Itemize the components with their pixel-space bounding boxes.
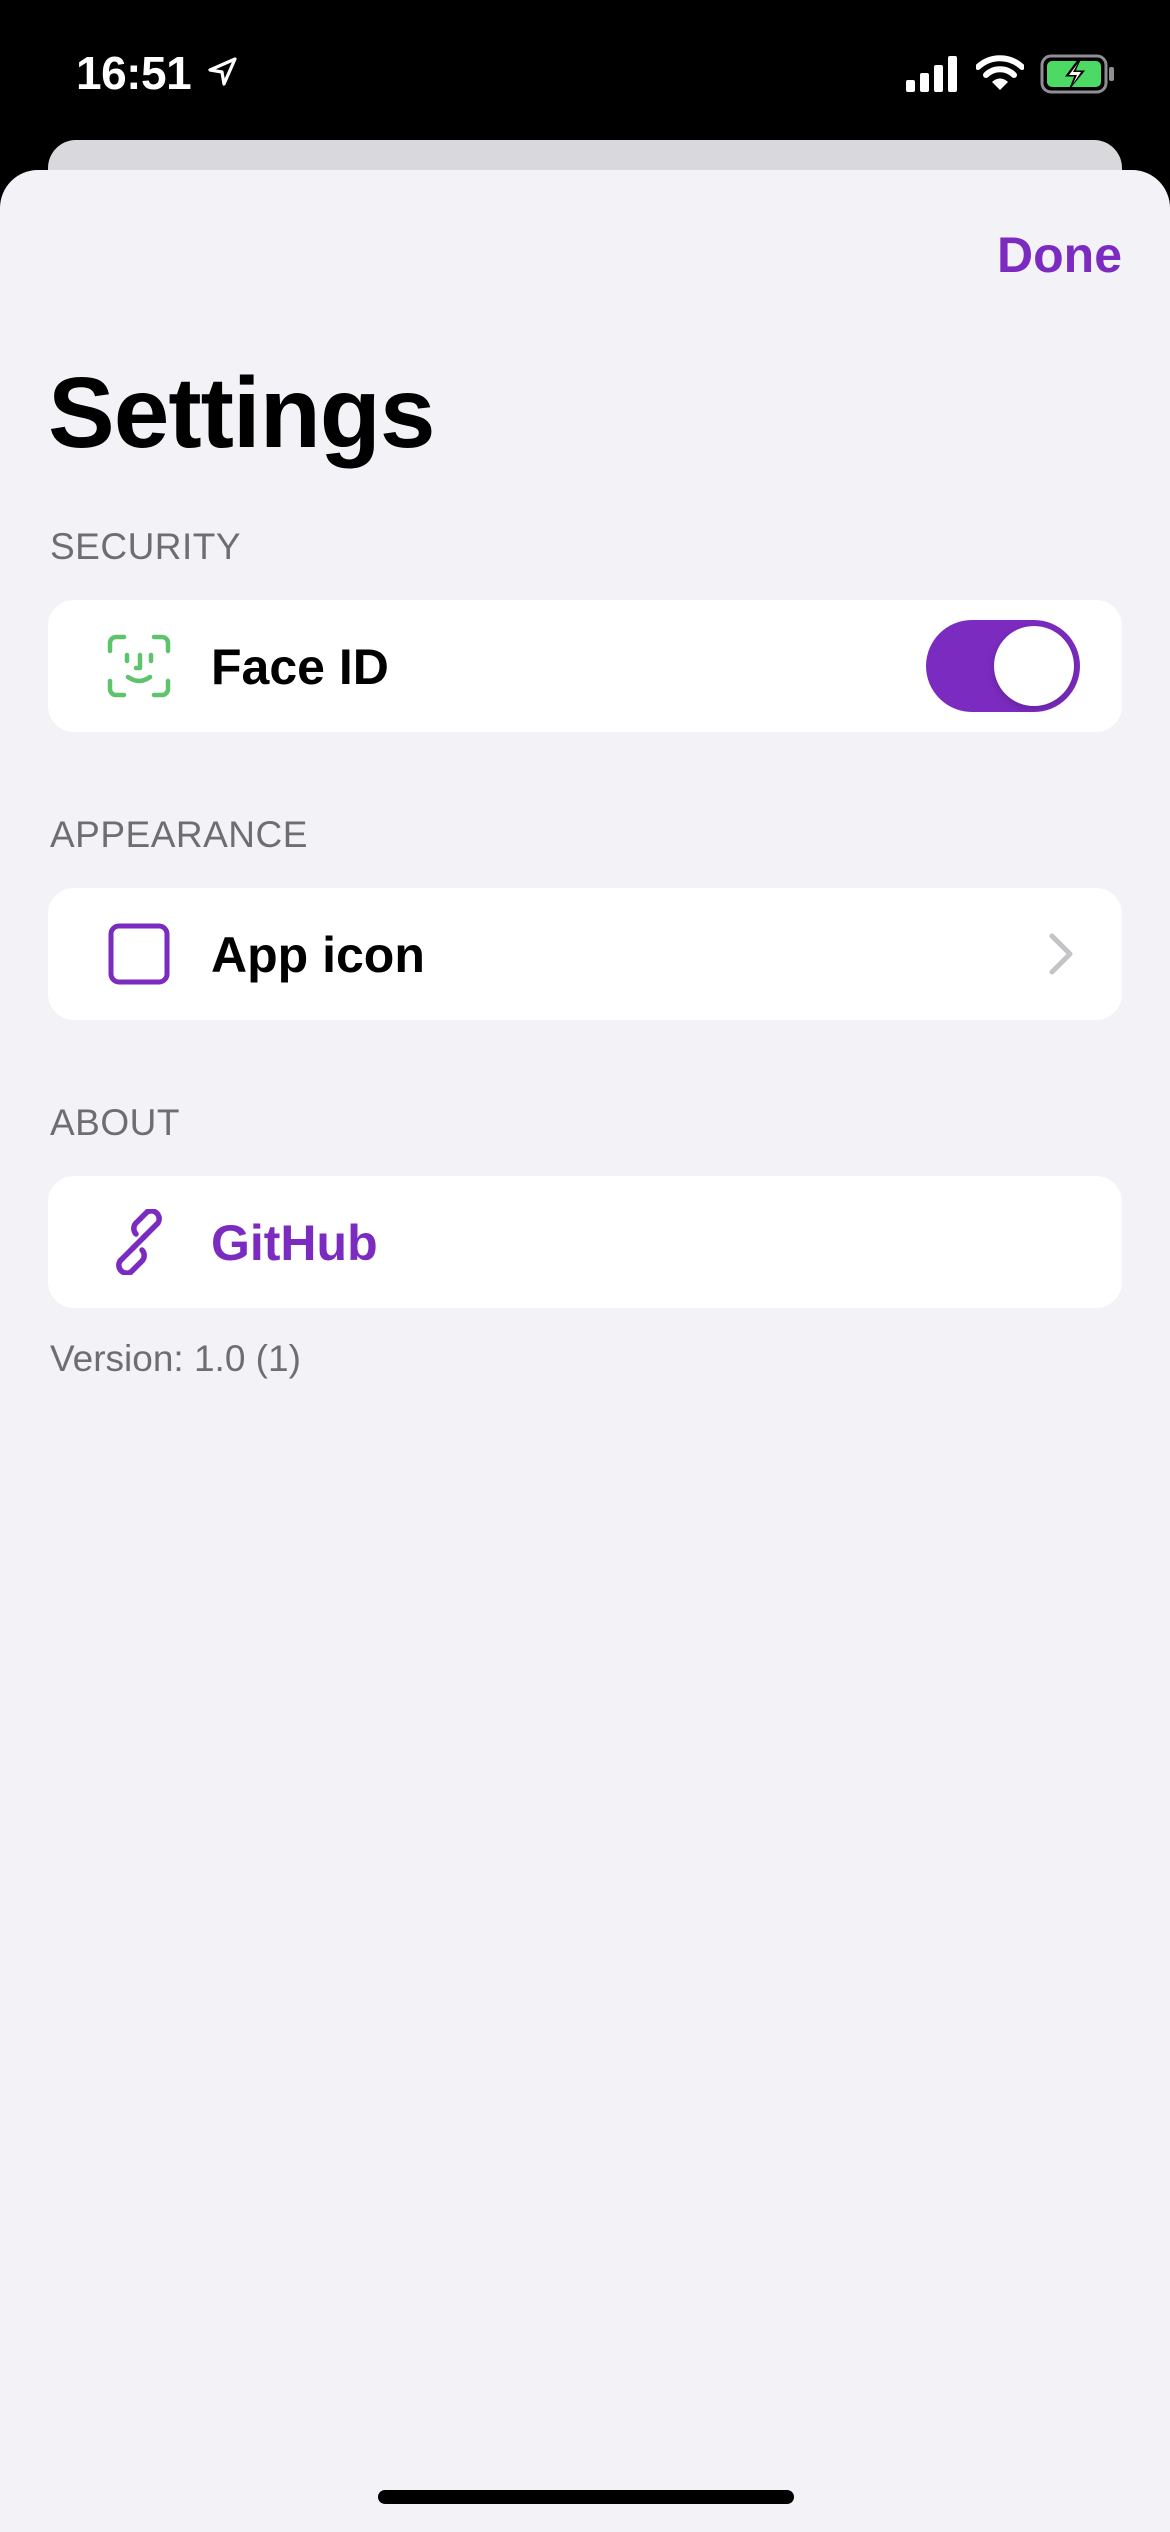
location-arrow-icon <box>208 57 237 86</box>
link-icon <box>116 1209 162 1275</box>
settings-sheet: Done Settings SECURITY Face ID APPEARANC… <box>0 170 1170 2532</box>
chevron-right-icon <box>1049 933 1073 975</box>
face-id-icon <box>107 634 171 698</box>
home-indicator[interactable] <box>378 2490 794 2504</box>
battery-charging-icon <box>1040 54 1114 94</box>
section-header-security: SECURITY <box>50 526 242 567</box>
status-time: 16:51 <box>76 47 192 99</box>
done-button[interactable]: Done <box>997 226 1122 284</box>
screen: 16:51 Done Settings SECURITY Face ID APP… <box>0 0 1170 2532</box>
face-id-toggle[interactable] <box>926 620 1080 712</box>
app-icon-label: App icon <box>211 927 425 983</box>
face-id-row: Face ID <box>48 600 1122 732</box>
section-header-appearance: APPEARANCE <box>50 814 308 855</box>
app-icon-row[interactable]: App icon <box>48 888 1122 1020</box>
status-bar: 16:51 <box>0 0 1170 140</box>
version-text: Version: 1.0 (1) <box>50 1338 301 1379</box>
github-label: GitHub <box>211 1215 378 1271</box>
section-header-about: ABOUT <box>50 1102 180 1143</box>
page-title: Settings <box>48 357 435 469</box>
wifi-icon <box>976 55 1024 90</box>
face-id-label: Face ID <box>211 639 389 695</box>
github-row[interactable]: GitHub <box>48 1176 1122 1308</box>
toggle-knob <box>994 626 1074 706</box>
square-icon <box>108 923 170 985</box>
cellular-signal-icon <box>906 56 957 92</box>
